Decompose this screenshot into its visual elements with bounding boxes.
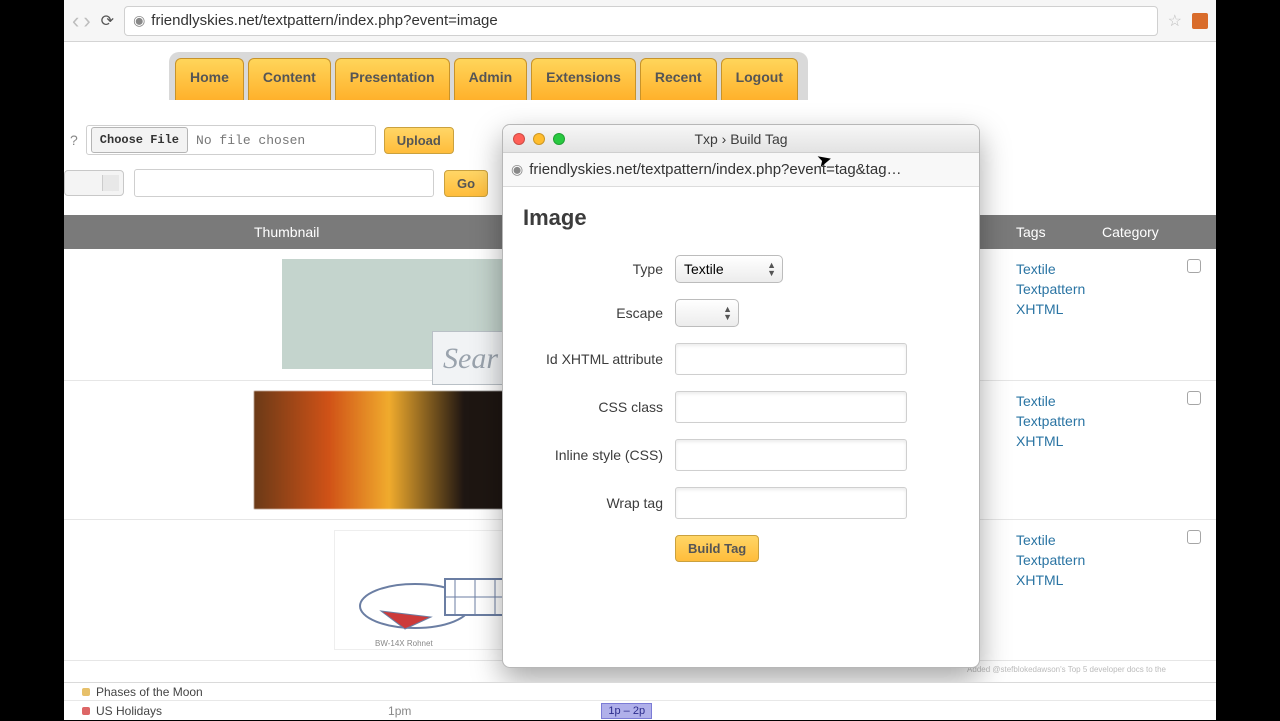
file-status: No file chosen: [196, 133, 305, 148]
row-checkbox[interactable]: [1187, 259, 1201, 273]
label-wrap: Wrap tag: [523, 495, 663, 511]
search-field-select[interactable]: ▲▼: [64, 170, 124, 196]
footer-note: Added @stefblokedawson's Top 5 developer…: [967, 665, 1166, 674]
calendar-time: 1pm: [388, 704, 411, 718]
cssclass-input[interactable]: [675, 391, 907, 423]
tag-link-textpattern[interactable]: Textpattern: [1016, 550, 1094, 570]
tag-cell: Textile Textpattern XHTML: [1008, 259, 1094, 319]
main-nav: Home Content Presentation Admin Extensio…: [169, 52, 808, 100]
tab-content[interactable]: Content: [248, 58, 331, 100]
tag-link-xhtml[interactable]: XHTML: [1016, 570, 1094, 590]
type-select[interactable]: Textile ▲▼: [675, 255, 783, 283]
tab-admin[interactable]: Admin: [454, 58, 528, 100]
label-idattr: Id XHTML attribute: [523, 351, 663, 367]
tab-logout[interactable]: Logout: [721, 58, 798, 100]
tab-home[interactable]: Home: [175, 58, 244, 100]
inlinestyle-input[interactable]: [675, 439, 907, 471]
label-type: Type: [523, 261, 663, 277]
search-input[interactable]: [134, 169, 434, 197]
col-category: Category: [1094, 224, 1179, 240]
wraptag-input[interactable]: [675, 487, 907, 519]
calendar-event[interactable]: 1p – 2p: [601, 703, 652, 719]
help-icon[interactable]: ?: [70, 132, 78, 148]
tab-extensions[interactable]: Extensions: [531, 58, 636, 100]
popup-heading: Image: [523, 205, 959, 231]
tag-cell: Textile Textpattern XHTML: [1008, 530, 1094, 590]
browser-toolbar: ‹ › ⟳ ◉ friendlyskies.net/textpattern/in…: [64, 0, 1216, 42]
escape-select[interactable]: ▲▼: [675, 299, 739, 327]
calendar-item[interactable]: US Holidays: [96, 704, 162, 718]
popup-url: friendlyskies.net/textpattern/index.php?…: [529, 161, 901, 178]
popup-title: Txp › Build Tag: [503, 131, 979, 147]
bookmark-icon[interactable]: ☆: [1168, 11, 1182, 31]
tag-cell: Textile Textpattern XHTML: [1008, 391, 1094, 451]
type-value: Textile: [684, 261, 724, 277]
col-tags: Tags: [1008, 224, 1094, 240]
globe-icon: ◉: [511, 161, 523, 178]
upload-button[interactable]: Upload: [384, 127, 454, 154]
tag-link-xhtml[interactable]: XHTML: [1016, 299, 1094, 319]
label-escape: Escape: [523, 305, 663, 321]
popup-titlebar[interactable]: Txp › Build Tag: [503, 125, 979, 153]
address-text: friendlyskies.net/textpattern/index.php?…: [151, 12, 497, 29]
tag-link-textile[interactable]: Textile: [1016, 259, 1094, 279]
svg-text:BW-14X Rohnet: BW-14X Rohnet: [375, 639, 433, 648]
label-inline: Inline style (CSS): [523, 447, 663, 463]
reload-icon[interactable]: ⟳: [101, 11, 114, 31]
tag-link-xhtml[interactable]: XHTML: [1016, 431, 1094, 451]
tag-link-textile[interactable]: Textile: [1016, 391, 1094, 411]
back-icon[interactable]: ‹: [72, 8, 79, 34]
tag-link-textpattern[interactable]: Textpattern: [1016, 279, 1094, 299]
forward-icon[interactable]: ›: [83, 8, 90, 34]
label-css: CSS class: [523, 399, 663, 415]
row-checkbox[interactable]: [1187, 530, 1201, 544]
extension-icon[interactable]: [1192, 13, 1208, 29]
calendar-dot-icon: [82, 707, 90, 715]
globe-icon: ◉: [133, 12, 145, 29]
build-tag-popup: Txp › Build Tag ◉ friendlyskies.net/text…: [502, 124, 980, 668]
popup-address-bar[interactable]: ◉ friendlyskies.net/textpattern/index.ph…: [503, 153, 979, 187]
tag-link-textpattern[interactable]: Textpattern: [1016, 411, 1094, 431]
choose-file-button[interactable]: Choose File: [91, 127, 188, 153]
address-bar[interactable]: ◉ friendlyskies.net/textpattern/index.ph…: [124, 6, 1158, 36]
idattr-input[interactable]: [675, 343, 907, 375]
tab-presentation[interactable]: Presentation: [335, 58, 450, 100]
build-tag-button[interactable]: Build Tag: [675, 535, 759, 562]
row-checkbox[interactable]: [1187, 391, 1201, 405]
thumbnail-image[interactable]: Sear: [282, 259, 514, 369]
calendar-dot-icon: [82, 688, 90, 696]
tag-link-textile[interactable]: Textile: [1016, 530, 1094, 550]
file-input[interactable]: Choose File No file chosen: [86, 125, 376, 155]
calendar-strip: Phases of the Moon US Holidays 1pm 1p – …: [64, 682, 1216, 720]
tab-recent[interactable]: Recent: [640, 58, 717, 100]
go-button[interactable]: Go: [444, 170, 488, 197]
calendar-item[interactable]: Phases of the Moon: [96, 685, 203, 699]
